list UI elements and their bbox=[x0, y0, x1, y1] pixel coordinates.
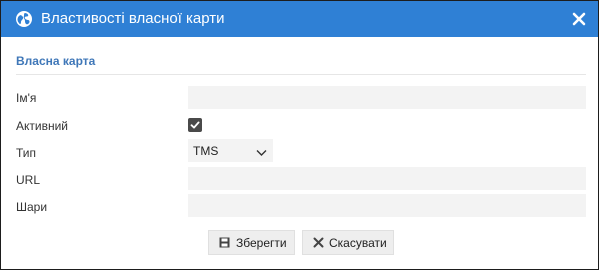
active-checkbox[interactable] bbox=[188, 118, 202, 132]
name-label: Ім'я bbox=[16, 91, 37, 105]
type-label: Тип bbox=[16, 146, 37, 160]
cancel-button-label: Скасувати bbox=[329, 236, 387, 250]
type-select[interactable]: TMS bbox=[188, 139, 273, 162]
globe-icon bbox=[15, 10, 33, 28]
section-divider bbox=[16, 74, 586, 75]
layers-input[interactable] bbox=[188, 194, 586, 217]
chevron-down-icon bbox=[256, 146, 267, 160]
section-title: Власна карта bbox=[16, 54, 96, 68]
close-icon[interactable] bbox=[570, 10, 588, 28]
layers-label: Шари bbox=[16, 200, 48, 214]
name-input[interactable] bbox=[188, 86, 586, 109]
custom-map-properties-dialog: Властивості власної карти Власна карта І… bbox=[0, 0, 599, 270]
dialog-title: Властивості власної карти bbox=[41, 10, 225, 27]
x-icon bbox=[313, 237, 324, 251]
save-button[interactable]: Зберегти bbox=[208, 230, 295, 255]
save-button-label: Зберегти bbox=[236, 236, 287, 250]
type-select-value: TMS bbox=[193, 144, 219, 158]
cancel-button[interactable]: Скасувати bbox=[302, 230, 394, 255]
url-input[interactable] bbox=[188, 167, 586, 190]
url-label: URL bbox=[16, 173, 41, 187]
active-label: Активний bbox=[16, 119, 68, 133]
floppy-disk-icon bbox=[219, 237, 230, 251]
dialog-titlebar: Властивості власної карти bbox=[1, 1, 598, 37]
checkmark-icon bbox=[190, 121, 200, 129]
